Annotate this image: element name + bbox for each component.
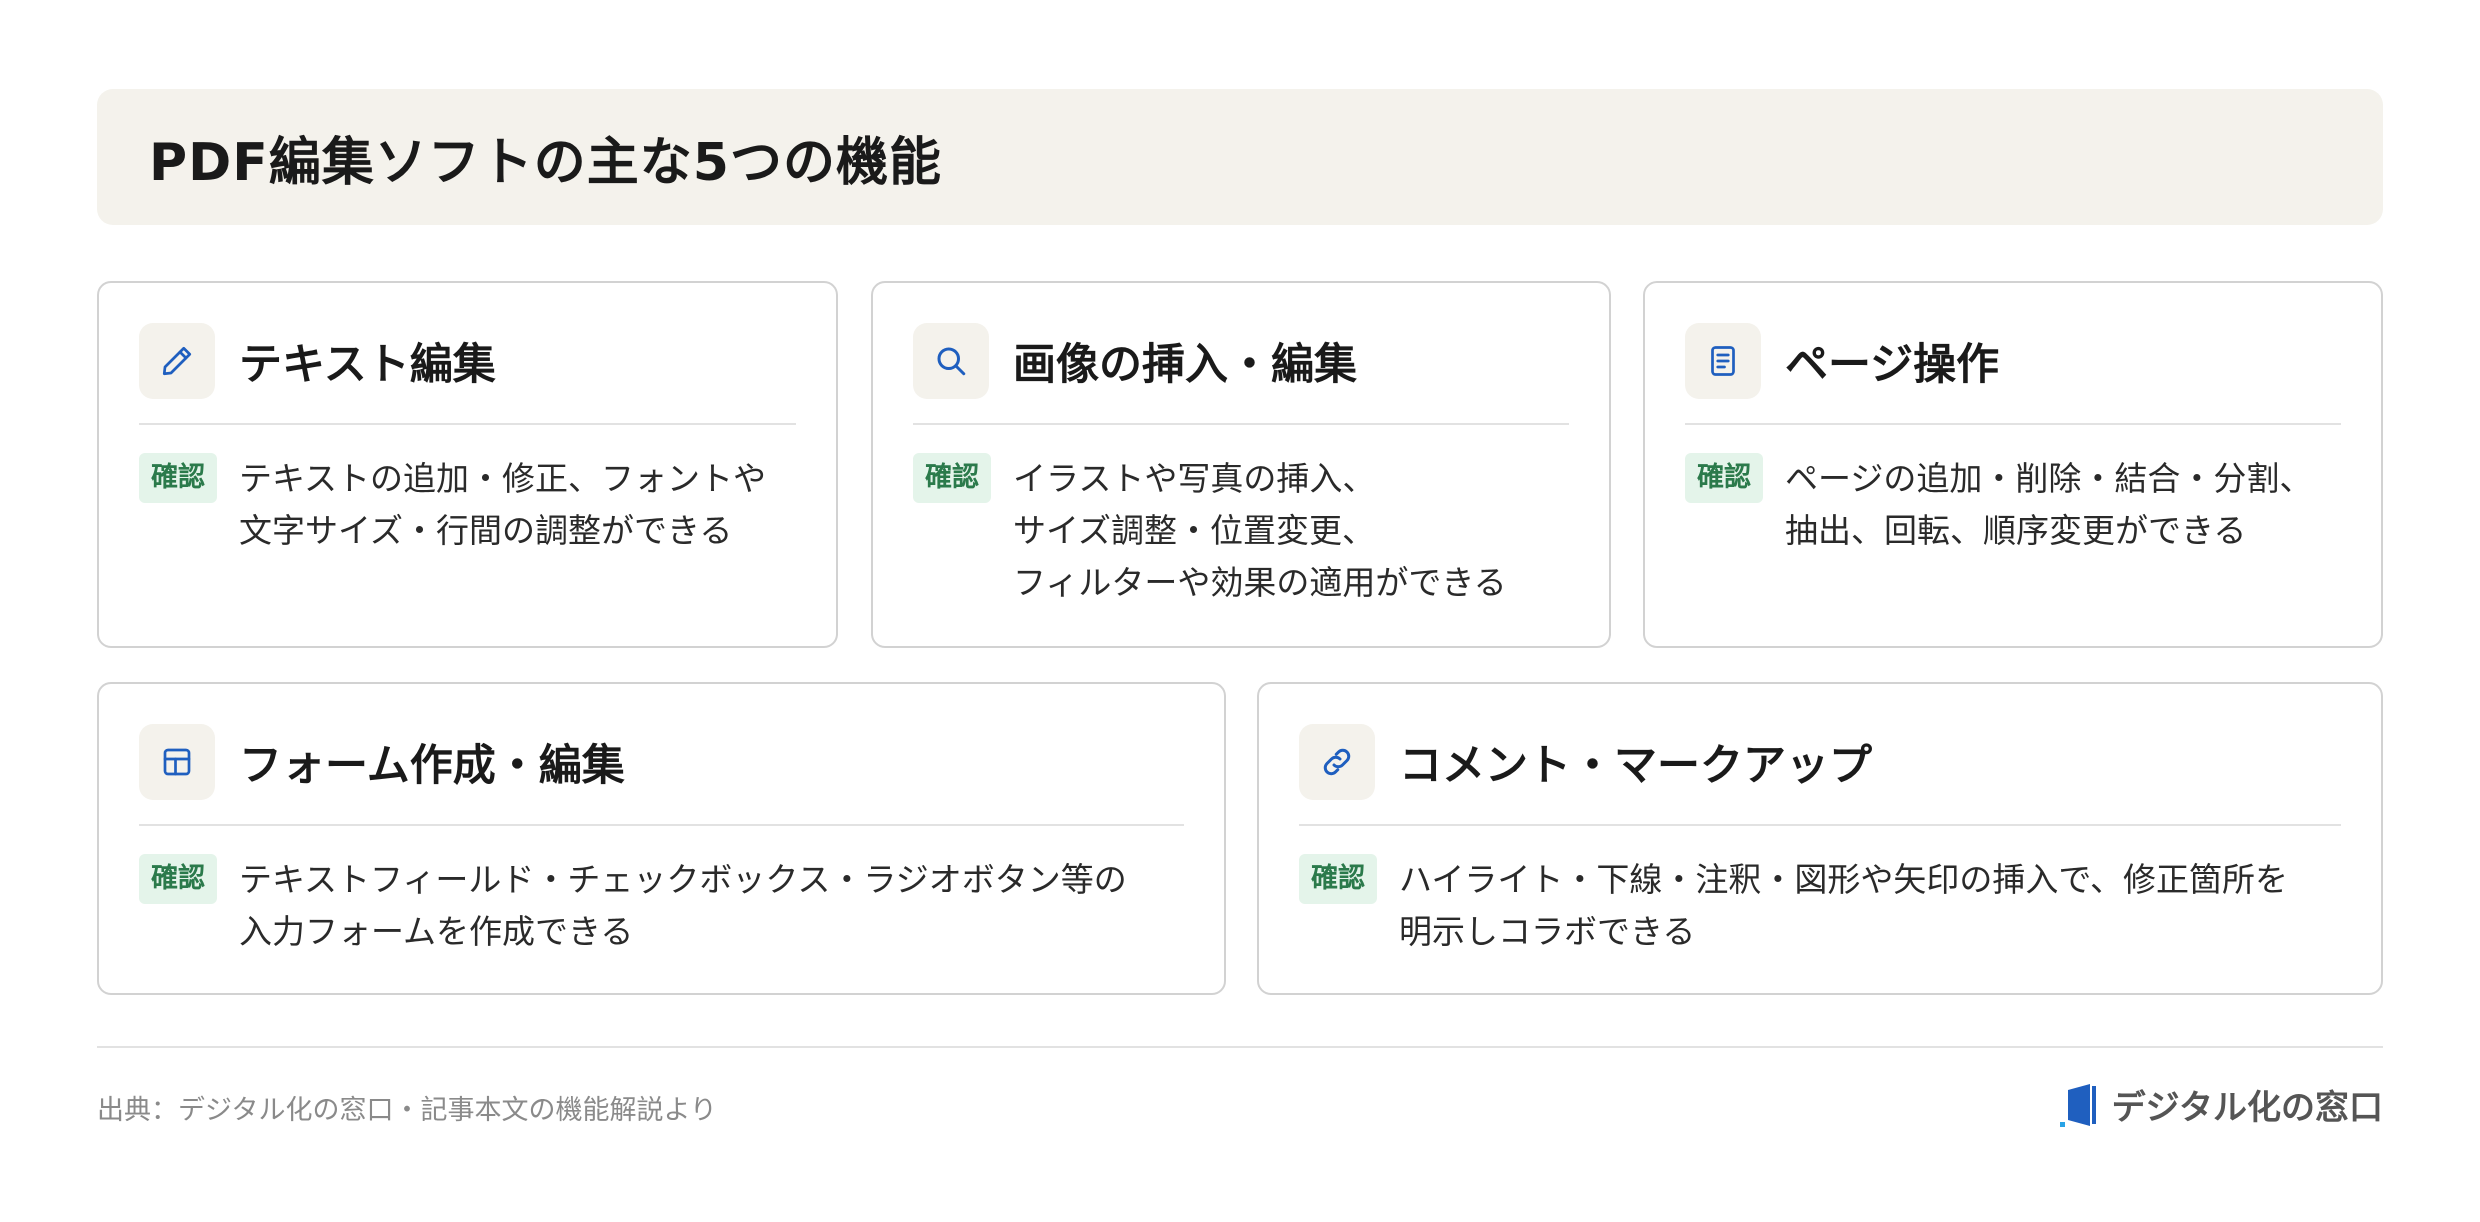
card-title: テキスト編集 <box>239 340 496 390</box>
card-title: ページ操作 <box>1785 340 2000 390</box>
description-line: ページの追加・削除・結合・分割、 <box>1785 459 2313 498</box>
footer-divider <box>97 1046 2383 1048</box>
card-divider <box>1299 824 2341 826</box>
card-divider <box>139 824 1184 826</box>
title-banner: PDF編集ソフトの主な5つの機能 <box>97 89 2383 225</box>
page-title: PDF編集ソフトの主な5つの機能 <box>149 132 942 193</box>
card-title: 画像の挿入・編集 <box>1013 340 1357 390</box>
table-icon <box>139 724 215 800</box>
card-title: フォーム作成・編集 <box>239 741 625 791</box>
card-divider <box>1685 423 2341 425</box>
document-icon <box>1685 323 1761 399</box>
feature-card-text-edit: テキスト編集 確認 テキストの追加・修正、フォントや 文字サイズ・行間の調整がで… <box>97 281 838 648</box>
card-divider <box>913 423 1569 425</box>
status-badge: 確認 <box>139 453 217 503</box>
description-line: 抽出、回転、順序変更ができる <box>1785 511 2247 550</box>
feature-card-page-ops: ページ操作 確認 ページの追加・削除・結合・分割、 抽出、回転、順序変更ができる <box>1643 281 2383 648</box>
card-title: コメント・マークアップ <box>1399 741 1872 791</box>
description-line: イラストや写真の挿入、 <box>1013 459 1376 498</box>
search-icon <box>913 323 989 399</box>
feature-card-form-edit: フォーム作成・編集 確認 テキストフィールド・チェックボックス・ラジオボタン等の… <box>97 682 1226 995</box>
card-description: テキストの追加・修正、フォントや 文字サイズ・行間の調整ができる <box>239 453 766 557</box>
brand-mark-icon <box>2059 1083 2096 1127</box>
status-badge: 確認 <box>1685 453 1763 503</box>
description-line: フィルターや効果の適用ができる <box>1013 563 1507 602</box>
description-line: 入力フォームを作成できる <box>239 912 634 951</box>
description-line: 明示しコラボできる <box>1399 912 1696 951</box>
status-badge: 確認 <box>913 453 991 503</box>
description-line: テキストフィールド・チェックボックス・ラジオボタン等の <box>239 860 1127 899</box>
card-divider <box>139 423 796 425</box>
description-line: テキストの追加・修正、フォントや <box>239 459 767 498</box>
feature-card-comment-markup: コメント・マークアップ 確認 ハイライト・下線・注釈・図形や矢印の挿入で、修正箇… <box>1257 682 2383 995</box>
brand-name: デジタル化の窓口 <box>2111 1088 2383 1128</box>
link-icon <box>1299 724 1375 800</box>
source-note: 出典：デジタル化の窓口・記事本文の機能解説より <box>97 1095 717 1126</box>
description-line: ハイライト・下線・注釈・図形や矢印の挿入で、修正箇所を <box>1399 860 2289 899</box>
brand-logo: デジタル化の窓口 <box>2059 1080 2383 1129</box>
description-line: サイズ調整・位置変更、 <box>1013 511 1376 550</box>
card-description: ページの追加・削除・結合・分割、 抽出、回転、順序変更ができる <box>1785 453 2312 557</box>
card-description: イラストや写真の挿入、 サイズ調整・位置変更、 フィルターや効果の適用ができる <box>1013 453 1507 609</box>
status-badge: 確認 <box>1299 854 1377 904</box>
description-line: 文字サイズ・行間の調整ができる <box>239 511 733 550</box>
card-description: テキストフィールド・チェックボックス・ラジオボタン等の 入力フォームを作成できる <box>239 854 1127 958</box>
feature-card-image-edit: 画像の挿入・編集 確認 イラストや写真の挿入、 サイズ調整・位置変更、 フィルタ… <box>871 281 1611 648</box>
status-badge: 確認 <box>139 854 217 904</box>
card-description: ハイライト・下線・注釈・図形や矢印の挿入で、修正箇所を 明示しコラボできる <box>1399 854 2288 958</box>
pencil-icon <box>139 323 215 399</box>
